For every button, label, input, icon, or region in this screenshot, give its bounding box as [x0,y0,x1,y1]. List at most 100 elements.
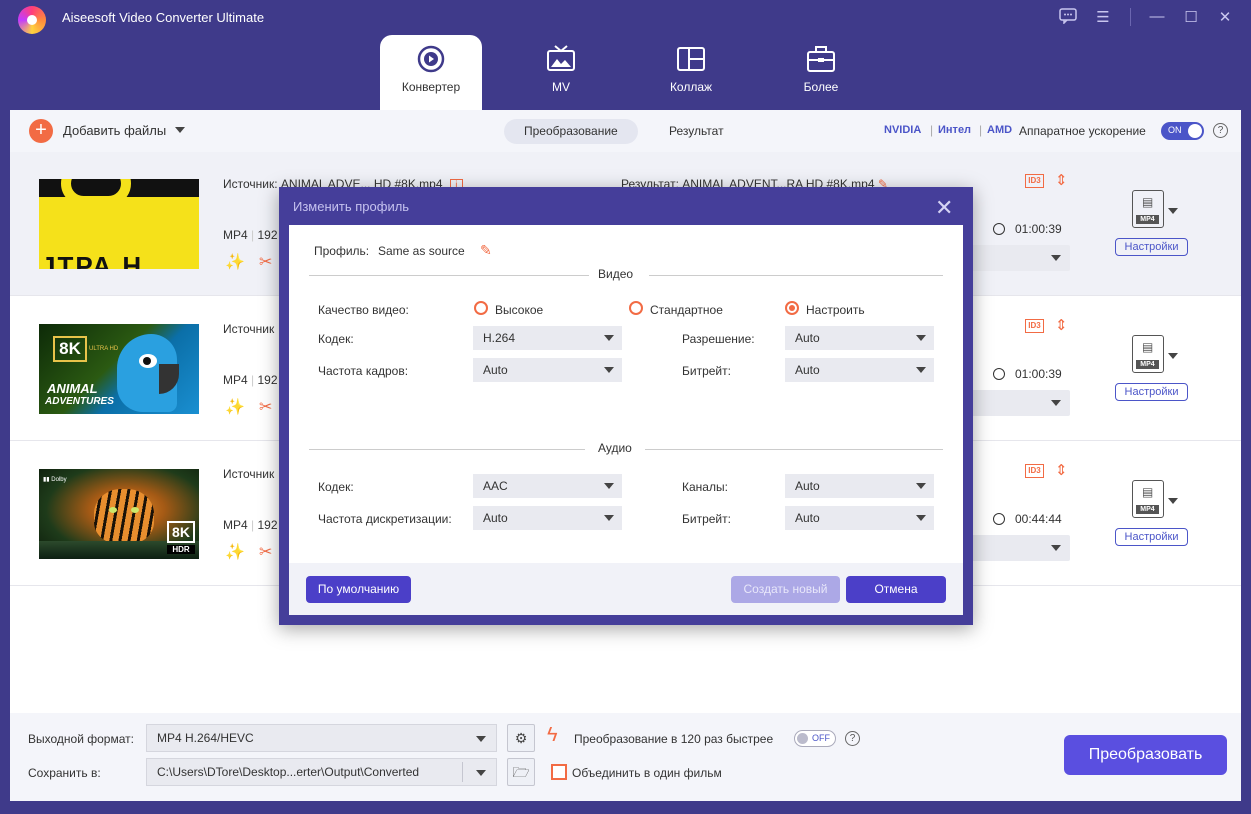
video-bitrate-select[interactable]: Auto [785,358,934,382]
tab-result[interactable]: Результат [649,119,744,144]
id3-icon[interactable]: ID3 [1025,174,1044,188]
source-filename[interactable]: Источник [223,467,274,481]
samplerate-select[interactable]: Auto [473,506,622,530]
format-badge: MP4 [1136,360,1159,369]
format-badge: MP4 [1136,215,1159,224]
format-settings-icon[interactable]: ⚙ [507,724,535,752]
help-icon[interactable]: ? [845,731,860,746]
cut-icon[interactable]: ✂ [259,397,272,417]
mp4-format-icon[interactable]: ▤ MP4 [1132,190,1164,228]
tab-converter[interactable]: Конвертер [380,35,482,110]
format-info: MP4 | 192 [223,518,278,532]
quality-custom-radio[interactable] [785,301,799,315]
enhance-icon[interactable]: ✨ [225,252,245,272]
quality-standard-label: Стандартное [650,303,723,317]
samplerate-value: Auto [483,511,508,525]
tab-more[interactable]: Более [770,35,872,110]
fast-convert-toggle[interactable]: OFF [794,730,836,747]
open-folder-icon[interactable]: 🗁 [507,758,535,786]
channels-select[interactable]: Auto [785,474,934,498]
video-bitrate-label: Битрейт: [682,364,731,378]
video-thumbnail: ЈТРА Н [39,179,199,269]
add-files-button[interactable]: Добавить файлы [63,123,166,138]
quality-high-radio[interactable] [474,301,488,315]
mp4-format-icon[interactable]: ▤ MP4 [1132,335,1164,373]
quality-high-label: Высокое [495,303,544,317]
hw-accel-toggle[interactable]: ON [1161,122,1204,140]
help-icon[interactable]: ? [1213,123,1228,138]
enhance-icon[interactable]: ✨ [225,542,245,562]
tab-conversion[interactable]: Преобразование [504,119,638,144]
id3-icon[interactable]: ID3 [1025,464,1044,478]
maximize-icon[interactable]: ☐ [1181,8,1201,26]
format-dropdown-icon[interactable] [1168,498,1178,504]
output-track-dropdown[interactable] [970,245,1070,271]
feedback-icon[interactable] [1058,8,1078,28]
quality-standard-radio[interactable] [629,301,643,315]
add-files-dropdown-icon[interactable] [175,127,185,133]
compress-icon[interactable]: ⇕ [1055,171,1068,189]
thumbnail-subtext: HDR [167,545,195,554]
section-divider [309,449,585,450]
dialog-close-icon[interactable]: ✕ [935,195,953,221]
framerate-select[interactable]: Auto [473,358,622,382]
id3-icon[interactable]: ID3 [1025,319,1044,333]
resolution-value: Auto [795,331,820,345]
cut-icon[interactable]: ✂ [259,542,272,562]
audio-codec-label: Кодек: [318,480,354,494]
settings-button[interactable]: Настройки [1115,238,1188,256]
format-dropdown-icon[interactable] [1168,208,1178,214]
create-new-button[interactable]: Создать новый [731,576,840,603]
cut-icon[interactable]: ✂ [259,252,272,272]
enhance-icon[interactable]: ✨ [225,397,245,417]
audio-codec-select[interactable]: AAC [473,474,622,498]
format-label: MP4 [223,373,248,387]
video-codec-select[interactable]: H.264 [473,326,622,350]
tab-mv[interactable]: MV [510,35,612,110]
film-icon: ▤ [1142,195,1154,209]
video-thumbnail: 8K ULTRA HD ANIMAL ADVENTURES [39,324,199,414]
convert-all-button[interactable]: Преобразовать [1064,735,1227,775]
app-logo-icon [18,6,46,34]
nvidia-label: NVIDIA [884,124,922,136]
settings-button[interactable]: Настройки [1115,383,1188,401]
menu-icon[interactable]: ☰ [1093,8,1113,26]
output-format-select[interactable]: MP4 H.264/HEVC [146,724,497,752]
merge-label: Объединить в один фильм [572,766,722,780]
duration-text: 01:00:39 [1015,367,1062,381]
titlebar-divider [1130,8,1131,26]
chevron-down-icon [604,483,614,489]
video-codec-value: H.264 [483,331,516,345]
save-path-select[interactable]: C:\Users\DTore\Desktop...erter\Output\Co… [146,758,497,786]
output-track-dropdown[interactable] [970,535,1070,561]
framerate-label: Частота кадров: [318,364,409,378]
format-dropdown-icon[interactable] [1168,353,1178,359]
chevron-down-icon [476,736,486,742]
audio-section-title: Аудио [598,441,632,455]
audio-bitrate-select[interactable]: Auto [785,506,934,530]
default-button[interactable]: По умолчанию [306,576,411,603]
lightning-icon: ϟ [547,724,558,746]
edit-profile-icon[interactable]: ✎ [480,242,492,259]
compress-icon[interactable]: ⇕ [1055,461,1068,479]
output-track-dropdown[interactable] [970,390,1070,416]
merge-checkbox[interactable] [551,764,567,780]
video-quality-label: Качество видео: [318,303,409,317]
close-icon[interactable]: ✕ [1215,8,1235,26]
resolution-label: 192 [257,518,278,532]
source-filename[interactable]: Источник [223,322,274,336]
add-files-icon[interactable]: + [29,119,53,143]
compress-icon[interactable]: ⇕ [1055,316,1068,334]
mp4-format-icon[interactable]: ▤ MP4 [1132,480,1164,518]
resolution-select[interactable]: Auto [785,326,934,350]
settings-button[interactable]: Настройки [1115,528,1188,546]
video-bitrate-value: Auto [795,363,820,377]
video-codec-label: Кодек: [318,332,354,346]
cancel-button[interactable]: Отмена [846,576,946,603]
section-divider [309,275,589,276]
tab-collage[interactable]: Коллаж [640,35,742,110]
dialog-body: Профиль: Same as source ✎ Видео Качество… [289,225,963,615]
thumbnail-subtext: ULTRA HD [89,346,119,352]
minimize-icon[interactable]: — [1147,8,1167,25]
video-thumbnail: ▮▮ Dolby 8K HDR [39,469,199,559]
